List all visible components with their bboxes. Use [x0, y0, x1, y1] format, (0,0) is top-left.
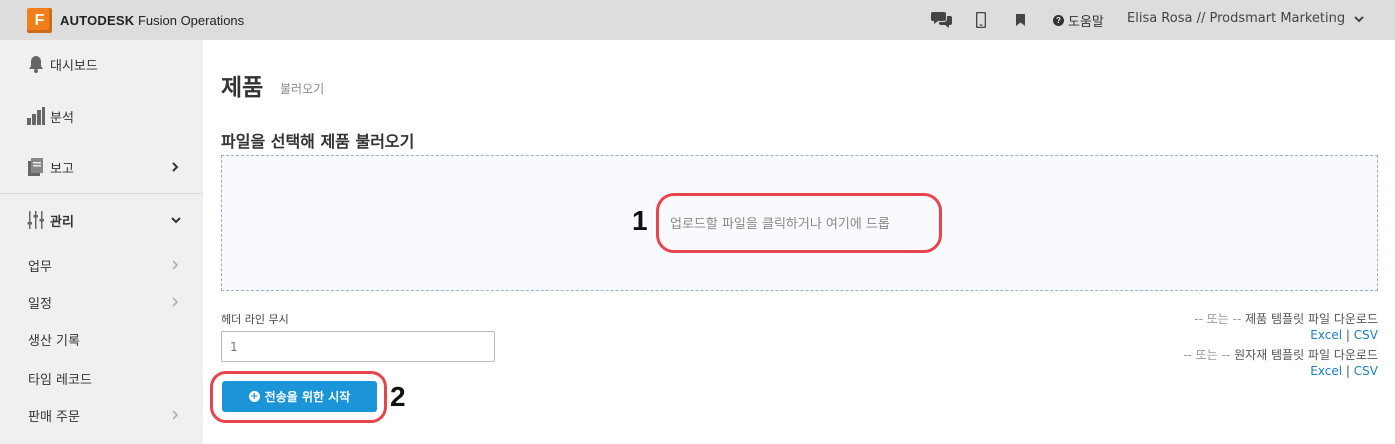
help-icon: ?: [1053, 15, 1064, 26]
mobile-icon[interactable]: [976, 12, 986, 28]
sidebar-sub-item-label: 타임 레코드: [28, 373, 92, 388]
sidebar-sub-item-label: 판매 주문: [28, 410, 80, 425]
bookmark-icon[interactable]: [1016, 14, 1025, 26]
page-title: 제품: [221, 75, 264, 101]
user-label: Elisa Rosa // Prodsmart Marketing: [1127, 11, 1346, 26]
sidebar-sub-item-schedule[interactable]: 일정: [0, 293, 203, 312]
fusion-logo-icon: F: [27, 8, 52, 33]
product-template-links: Excel | CSV: [1310, 328, 1378, 342]
bell-icon: [26, 54, 46, 74]
material-template-excel-link[interactable]: Excel: [1310, 364, 1342, 378]
brand-name-bold: AUTODESK: [60, 13, 135, 28]
chevron-right-icon: [170, 161, 180, 173]
bar-chart-icon: [26, 106, 46, 126]
sidebar-sub-item-time-records[interactable]: 타임 레코드: [0, 369, 203, 388]
product-template-line: -- 또는 -- 제품 템플릿 파일 다운로드: [1194, 310, 1378, 327]
sidebar-item-dashboard[interactable]: 대시보드: [0, 54, 203, 74]
material-template-line: -- 또는 -- 원자재 템플릿 파일 다운로드: [1183, 346, 1378, 363]
link-separator: |: [1345, 364, 1350, 378]
sidebar-divider: [0, 193, 203, 194]
chevron-right-icon: [171, 259, 179, 271]
brand-name: AUTODESK Fusion Operations: [60, 13, 244, 28]
report-icon: [26, 157, 46, 177]
sidebar-item-label: 대시보드: [50, 58, 98, 74]
sidebar-item-label: 관리: [50, 214, 74, 230]
top-bar: F AUTODESK Fusion Operations ? 도움말 Elisa…: [0, 0, 1395, 40]
chevron-right-icon: [171, 296, 179, 308]
product-template-excel-link[interactable]: Excel: [1310, 328, 1342, 342]
sidebar-sub-item-production-records[interactable]: 생산 기록: [0, 330, 203, 349]
sidebar-item-label: 보고: [50, 161, 74, 177]
material-template-prefix: -- 또는 --: [1183, 348, 1231, 362]
sliders-icon: [26, 210, 46, 230]
sidebar-sub-item-label: 일정: [28, 297, 52, 312]
sidebar-sub-item-label: 업무: [28, 260, 52, 275]
header-ignore-label: 헤더 라인 무시: [221, 313, 289, 326]
annotation-number-2: 2: [390, 381, 406, 412]
sidebar-sub-item-label: 생산 기록: [28, 334, 80, 349]
chevron-down-icon: [170, 214, 181, 226]
material-template-csv-link[interactable]: CSV: [1354, 364, 1378, 378]
product-template-csv-link[interactable]: CSV: [1354, 328, 1378, 342]
brand-name-product: Fusion Operations: [137, 13, 245, 28]
sidebar-sub-item-tasks[interactable]: 업무: [0, 256, 203, 275]
sidebar-item-management[interactable]: 관리: [0, 210, 203, 230]
product-template-label: 제품 템플릿 파일 다운로드: [1245, 312, 1378, 326]
header-ignore-input[interactable]: [221, 331, 495, 362]
sidebar-item-reports[interactable]: 보고: [0, 157, 203, 177]
material-template-label: 원자재 템플릿 파일 다운로드: [1234, 348, 1378, 362]
help-link[interactable]: ? 도움말: [1053, 11, 1104, 30]
sidebar-item-analytics[interactable]: 분석: [0, 106, 203, 126]
annotation-number-1: 1: [632, 205, 648, 236]
chevron-down-icon: [1353, 13, 1365, 25]
sidebar-item-label: 분석: [50, 110, 74, 126]
sidebar: 대시보드 분석 보고 관리 업무 일정 생산 기록 타임 레코드 판매 주문: [0, 40, 203, 444]
material-template-links: Excel | CSV: [1310, 364, 1378, 378]
user-menu[interactable]: Elisa Rosa // Prodsmart Marketing: [1127, 11, 1365, 26]
brand[interactable]: F AUTODESK Fusion Operations: [27, 8, 244, 33]
page-subtitle: 불러오기: [280, 82, 325, 96]
link-separator: |: [1345, 328, 1350, 342]
annotation-highlight-2: [210, 371, 387, 423]
section-title: 파일을 선택해 제품 불러오기: [221, 132, 415, 151]
sidebar-sub-item-sales-orders[interactable]: 판매 주문: [0, 406, 203, 425]
chevron-right-icon: [171, 409, 179, 421]
help-label: 도움말: [1068, 15, 1104, 30]
annotation-highlight-1: [656, 193, 942, 253]
chat-icon[interactable]: [931, 10, 953, 28]
product-template-prefix: -- 또는 --: [1194, 312, 1242, 326]
